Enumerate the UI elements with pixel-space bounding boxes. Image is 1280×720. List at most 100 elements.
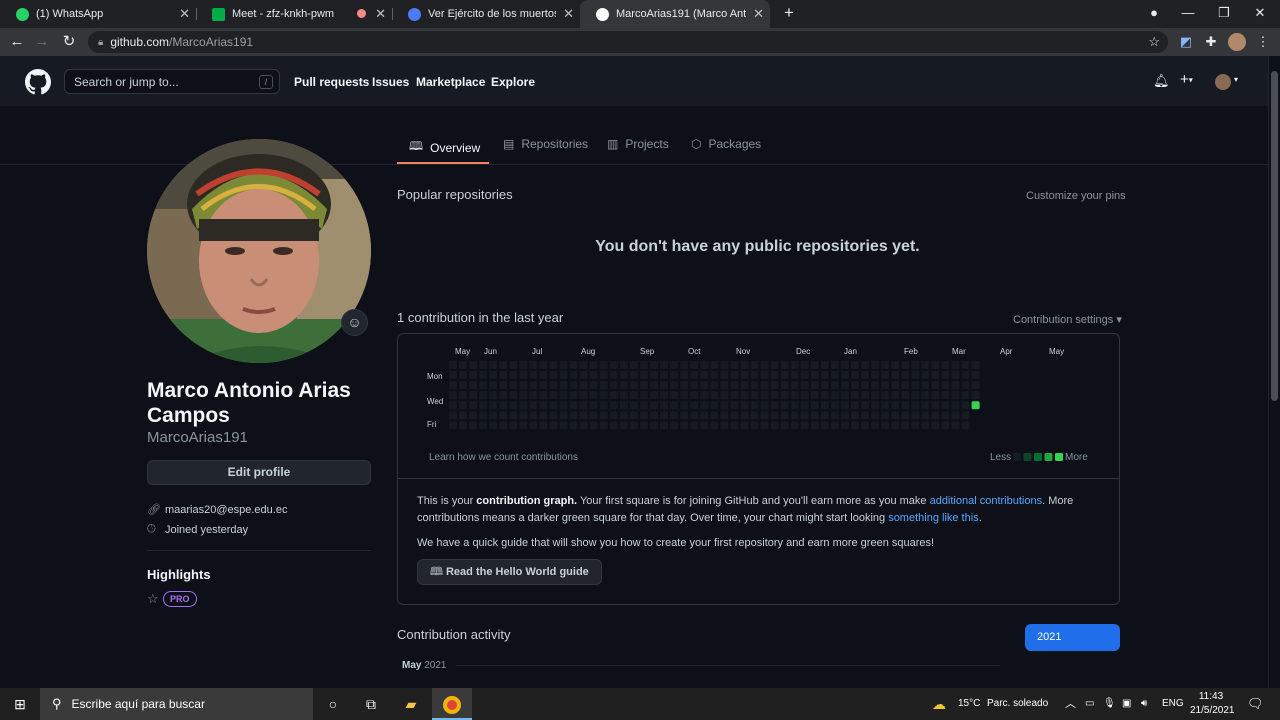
contribution-day[interactable] xyxy=(529,401,538,410)
contribution-day[interactable] xyxy=(629,391,638,400)
contribution-day[interactable] xyxy=(750,401,759,410)
contribution-day[interactable] xyxy=(951,411,960,420)
meet-tray-icon[interactable]: ▭ xyxy=(1085,688,1094,720)
contribution-day[interactable] xyxy=(700,381,709,390)
contribution-day[interactable] xyxy=(881,361,890,369)
contribution-day[interactable] xyxy=(921,361,930,369)
contribution-day[interactable] xyxy=(871,361,880,369)
contribution-day[interactable] xyxy=(449,381,457,390)
contribution-day[interactable] xyxy=(770,381,779,390)
contribution-day[interactable] xyxy=(871,391,880,400)
contribution-day[interactable] xyxy=(509,411,518,420)
contribution-day[interactable] xyxy=(881,391,890,400)
contribution-day[interactable] xyxy=(720,381,729,390)
contribution-day[interactable] xyxy=(660,361,669,369)
maximize-icon[interactable]: ❐ xyxy=(1206,0,1242,28)
contribution-day[interactable] xyxy=(861,381,870,390)
contribution-day[interactable] xyxy=(790,381,799,390)
contribution-day[interactable] xyxy=(599,421,608,430)
contribution-day[interactable] xyxy=(690,401,699,410)
contribution-day[interactable] xyxy=(529,391,538,400)
contribution-day[interactable] xyxy=(619,391,628,400)
contribution-day[interactable] xyxy=(871,421,880,430)
contribution-day[interactable] xyxy=(489,371,498,380)
pro-badge[interactable]: PRO xyxy=(163,591,197,607)
network-icon[interactable]: ▣ xyxy=(1122,688,1131,720)
contribution-day[interactable] xyxy=(911,361,920,369)
contribution-day[interactable] xyxy=(639,371,648,380)
contribution-day[interactable] xyxy=(569,381,578,390)
contribution-day[interactable] xyxy=(951,361,960,369)
contribution-day[interactable] xyxy=(680,411,689,420)
contribution-day[interactable] xyxy=(639,421,648,430)
contribution-day[interactable] xyxy=(599,411,608,420)
contribution-day[interactable] xyxy=(660,411,669,420)
minimize-icon[interactable]: — xyxy=(1170,0,1206,28)
contribution-day[interactable] xyxy=(921,391,930,400)
contribution-day[interactable] xyxy=(579,411,588,420)
contribution-day[interactable] xyxy=(790,411,799,420)
contribution-day[interactable] xyxy=(469,421,478,430)
contribution-day[interactable] xyxy=(650,371,658,380)
contribution-day[interactable] xyxy=(810,401,819,410)
learn-contributions-link[interactable]: Learn how we count contributions xyxy=(429,452,578,463)
contribution-day[interactable] xyxy=(840,401,849,410)
contribution-day[interactable] xyxy=(820,421,829,430)
contribution-day[interactable] xyxy=(529,371,538,380)
contribution-day[interactable] xyxy=(650,421,658,430)
tab-packages[interactable]: ⬡ Packages xyxy=(691,137,761,151)
contribution-day[interactable] xyxy=(559,421,568,430)
contribution-day[interactable] xyxy=(780,401,789,410)
contribution-day[interactable] xyxy=(931,411,940,420)
contribution-day[interactable] xyxy=(519,381,528,390)
contribution-day[interactable] xyxy=(609,361,618,369)
bookmark-star-icon[interactable]: ☆ xyxy=(1148,34,1160,50)
contribution-day[interactable] xyxy=(901,381,910,390)
contribution-day[interactable] xyxy=(770,371,779,380)
contribution-day[interactable] xyxy=(459,421,468,430)
close-tab-icon[interactable]: ✕ xyxy=(563,6,574,22)
contribution-day[interactable] xyxy=(660,371,669,380)
contribution-day[interactable] xyxy=(589,381,598,390)
contribution-day[interactable] xyxy=(851,381,859,390)
contribution-day[interactable] xyxy=(559,411,568,420)
contribution-day[interactable] xyxy=(931,361,940,369)
contribution-day[interactable] xyxy=(639,361,648,369)
contribution-day[interactable] xyxy=(790,371,799,380)
contribution-day[interactable] xyxy=(730,411,739,420)
year-2021-button[interactable]: 2021 xyxy=(1025,624,1120,651)
browser-tab-github[interactable]: MarcoArias191 (Marco Antonio Arias Campo… xyxy=(580,0,770,28)
contribution-day[interactable] xyxy=(810,411,819,420)
contribution-day[interactable] xyxy=(710,421,719,430)
contribution-day[interactable] xyxy=(670,411,679,420)
contribution-day[interactable] xyxy=(680,401,689,410)
contribution-day[interactable] xyxy=(589,421,598,430)
contribution-day[interactable] xyxy=(740,381,749,390)
contribution-day[interactable] xyxy=(941,411,950,420)
contribution-day[interactable] xyxy=(710,371,719,380)
contribution-day[interactable] xyxy=(569,421,578,430)
contribution-day[interactable] xyxy=(931,391,940,400)
contribution-day[interactable] xyxy=(830,371,839,380)
contribution-day[interactable] xyxy=(529,361,538,369)
cortana-icon[interactable]: ○ xyxy=(313,688,353,720)
contribution-day[interactable] xyxy=(599,371,608,380)
contribution-day[interactable] xyxy=(730,391,739,400)
contribution-day[interactable] xyxy=(750,411,759,420)
contribution-day[interactable] xyxy=(650,361,658,369)
contribution-day[interactable] xyxy=(710,401,719,410)
contribution-day[interactable] xyxy=(891,421,900,430)
contribution-day[interactable] xyxy=(629,421,638,430)
contribution-day[interactable] xyxy=(810,361,819,369)
additional-contributions-link[interactable]: additional contributions xyxy=(930,495,1043,507)
weather-temp[interactable]: 15°C xyxy=(958,688,980,720)
contribution-day[interactable] xyxy=(509,421,518,430)
contribution-day[interactable] xyxy=(830,401,839,410)
browser-tab-meet[interactable]: Meet - zfz-knkh-pwm ✕ xyxy=(196,0,392,28)
contribution-day[interactable] xyxy=(670,401,679,410)
contribution-day[interactable] xyxy=(660,391,669,400)
contribution-day[interactable] xyxy=(851,391,859,400)
contribution-day[interactable] xyxy=(921,381,930,390)
contribution-day[interactable] xyxy=(599,391,608,400)
contribution-day[interactable] xyxy=(760,411,769,420)
